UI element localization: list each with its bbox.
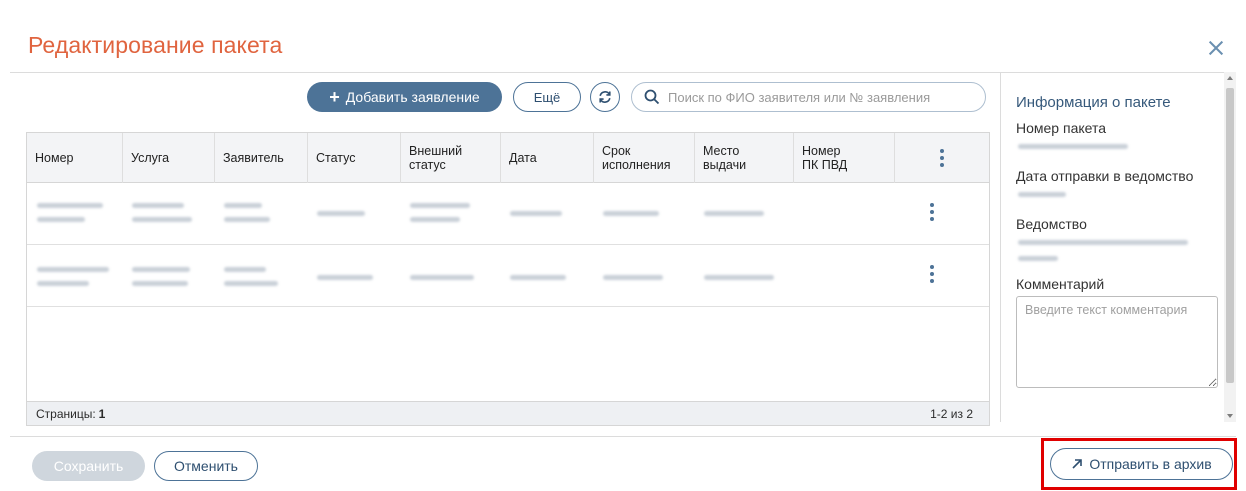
package-info-title: Информация о пакете xyxy=(1016,94,1171,111)
column-header-issue-place[interactable]: Место выдачи xyxy=(694,133,793,183)
scrollbar-thumb[interactable] xyxy=(1226,88,1234,383)
redacted-cell xyxy=(132,267,190,272)
redacted-value xyxy=(1018,256,1058,261)
rows-range: 1-2 из 2 xyxy=(930,407,973,421)
applications-table: Номер Услуга Заявитель Статус Внешний ст… xyxy=(26,132,990,426)
header-divider xyxy=(10,72,1236,73)
scroll-up-icon[interactable] xyxy=(1227,76,1233,80)
table-footer: Страницы: 1 1-2 из 2 xyxy=(27,401,989,425)
redacted-cell xyxy=(410,275,474,280)
redacted-cell xyxy=(37,203,103,208)
add-application-button[interactable]: + Добавить заявление xyxy=(307,82,502,112)
plus-icon: + xyxy=(329,87,340,107)
row-menu-icon[interactable] xyxy=(930,265,934,283)
package-number-label: Номер пакета xyxy=(1016,120,1106,136)
redacted-cell xyxy=(603,211,659,216)
side-panel-divider xyxy=(1000,72,1001,422)
column-header-date[interactable]: Дата xyxy=(500,133,593,183)
table-row[interactable] xyxy=(27,245,989,307)
column-header-service[interactable]: Услуга xyxy=(122,133,214,183)
redacted-value xyxy=(1018,240,1188,245)
column-header-pk-pvd-number[interactable]: Номер ПК ПВД xyxy=(793,133,894,183)
send-to-archive-label: Отправить в архив xyxy=(1089,456,1212,472)
redacted-cell xyxy=(317,275,373,280)
redacted-cell xyxy=(704,211,764,216)
redacted-cell xyxy=(410,203,470,208)
redacted-cell xyxy=(37,281,89,286)
redacted-cell xyxy=(317,211,365,216)
dialog-title: Редактирование пакета xyxy=(28,32,283,58)
refresh-button[interactable] xyxy=(590,82,620,112)
save-button[interactable]: Сохранить xyxy=(32,451,145,481)
kebab-icon xyxy=(940,149,944,167)
redacted-cell xyxy=(510,275,566,280)
redacted-cell xyxy=(132,281,188,286)
edit-package-dialog: Редактирование пакета + Добавить заявлен… xyxy=(0,0,1246,490)
department-label: Ведомство xyxy=(1016,216,1087,232)
search-field[interactable] xyxy=(631,82,986,112)
column-header-deadline[interactable]: Срок исполнения xyxy=(593,133,694,183)
side-panel-scrollbar[interactable] xyxy=(1224,72,1236,422)
row-menu-icon[interactable] xyxy=(930,203,934,221)
redacted-cell xyxy=(224,267,266,272)
redacted-cell xyxy=(410,217,460,222)
refresh-icon xyxy=(599,91,611,103)
send-to-archive-button[interactable]: Отправить в архив xyxy=(1050,448,1233,480)
footer-divider xyxy=(10,436,1236,437)
column-header-number[interactable]: Номер xyxy=(27,133,122,183)
redacted-cell xyxy=(224,217,270,222)
scroll-down-icon[interactable] xyxy=(1227,414,1233,418)
comment-field[interactable] xyxy=(1016,296,1218,388)
redacted-value xyxy=(1018,192,1066,197)
redacted-cell xyxy=(224,203,262,208)
more-button[interactable]: Ещё xyxy=(513,82,581,112)
close-icon[interactable] xyxy=(1206,38,1226,58)
column-header-applicant[interactable]: Заявитель xyxy=(214,133,307,183)
department-value xyxy=(1016,232,1221,276)
sent-date-value xyxy=(1016,184,1221,216)
redacted-cell xyxy=(37,217,85,222)
redacted-cell xyxy=(603,275,663,280)
search-input[interactable] xyxy=(668,89,978,105)
comment-label: Комментарий xyxy=(1016,276,1105,292)
sent-date-label: Дата отправки в ведомство xyxy=(1016,168,1194,184)
column-header-external-status[interactable]: Внешний статус xyxy=(400,133,500,183)
package-info-panel: Информация о пакете Номер пакета Дата от… xyxy=(1016,94,1221,393)
redacted-cell xyxy=(132,217,192,222)
pages-label: Страницы: xyxy=(36,407,96,421)
pages-value[interactable]: 1 xyxy=(99,407,106,421)
add-application-label: Добавить заявление xyxy=(345,89,480,105)
redacted-cell xyxy=(510,211,562,216)
redacted-value xyxy=(1018,144,1128,149)
redacted-cell xyxy=(224,281,278,286)
columns-menu-button[interactable] xyxy=(894,133,989,183)
table-header: Номер Услуга Заявитель Статус Внешний ст… xyxy=(27,133,989,183)
table-row[interactable] xyxy=(27,183,989,245)
cancel-button[interactable]: Отменить xyxy=(154,451,258,481)
search-icon xyxy=(644,89,660,105)
arrow-up-right-icon xyxy=(1072,459,1083,469)
package-number-value xyxy=(1016,136,1221,168)
redacted-cell xyxy=(704,275,774,280)
column-header-status[interactable]: Статус xyxy=(307,133,400,183)
redacted-cell xyxy=(132,203,184,208)
pages-indicator: Страницы: 1 xyxy=(36,407,105,421)
redacted-cell xyxy=(37,267,109,272)
